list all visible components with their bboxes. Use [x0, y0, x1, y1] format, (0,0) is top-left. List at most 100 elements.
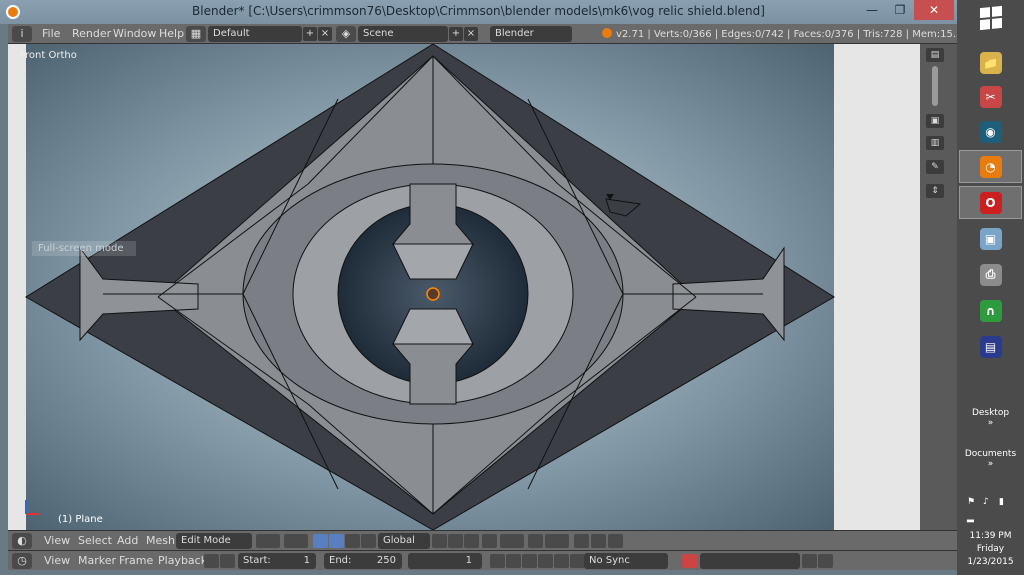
render-still-button[interactable]: [574, 534, 589, 548]
viewport-canvas[interactable]: [8, 44, 928, 530]
screen-layout-field[interactable]: Default: [208, 26, 302, 42]
play-button[interactable]: [538, 554, 553, 568]
remove-layout-button[interactable]: ×: [318, 27, 332, 41]
menu-window[interactable]: Window: [113, 27, 156, 40]
face-select-mode[interactable]: [464, 534, 479, 548]
end-value: 250: [376, 555, 396, 566]
3d-viewport[interactable]: Front Ortho Full-screen mode (1) Plane: [8, 44, 928, 530]
signal-icon[interactable]: ▂: [967, 513, 977, 523]
rotate-toggle[interactable]: [345, 534, 360, 548]
scale-toggle[interactable]: [361, 534, 376, 548]
preview-range-toggle[interactable]: [204, 554, 219, 568]
selected-vertex-origin[interactable]: [426, 287, 440, 301]
jump-end-button[interactable]: [570, 554, 585, 568]
delete-keyframe-button[interactable]: [818, 554, 833, 568]
mode-select[interactable]: Edit Mode: [176, 533, 252, 549]
proportional-edit-select[interactable]: [500, 534, 524, 548]
object-icon[interactable]: ▥: [926, 136, 944, 150]
volume-icon[interactable]: ♪: [983, 497, 993, 507]
render-animation-button[interactable]: [591, 534, 606, 548]
next-keyframe-button[interactable]: [554, 554, 569, 568]
pivot-select[interactable]: [284, 534, 308, 548]
menu-add[interactable]: Add: [117, 534, 138, 547]
windows-logo-icon: [979, 5, 1002, 31]
system-clock[interactable]: 11:39 PM Friday 1/23/2015: [957, 530, 1024, 569]
taskbar-app-button[interactable]: O: [959, 186, 1022, 219]
maximize-button[interactable]: ❐: [886, 0, 914, 20]
taskbar-app-button[interactable]: ▤: [959, 330, 1022, 363]
taskbar-app-button[interactable]: ✂: [959, 80, 1022, 113]
menu-select[interactable]: Select: [78, 534, 112, 547]
snap-toggle[interactable]: [528, 534, 543, 548]
menu-file[interactable]: File: [42, 27, 60, 40]
documents-toolbar[interactable]: Documents»: [957, 449, 1024, 469]
lock-range-toggle[interactable]: [220, 554, 235, 568]
translate-toggle[interactable]: [329, 534, 344, 548]
add-layout-button[interactable]: +: [303, 27, 317, 41]
minimize-button[interactable]: —: [858, 0, 886, 20]
manipulator-toggle[interactable]: [313, 534, 328, 548]
vertex-select-mode[interactable]: [432, 534, 447, 548]
panel-scrollbar[interactable]: [932, 66, 938, 106]
title-bar[interactable]: Blender* [C:\Users\crimmson76\Desktop\Cr…: [0, 0, 957, 24]
keying-set-field[interactable]: [700, 553, 800, 569]
prev-keyframe-button[interactable]: [506, 554, 521, 568]
window-title: Blender* [C:\Users\crimmson76\Desktop\Cr…: [192, 4, 765, 18]
clock-day: Friday: [976, 544, 1005, 554]
end-label: End:: [329, 555, 352, 566]
tools-icon[interactable]: ✎: [926, 160, 944, 174]
scene-field[interactable]: Scene: [358, 26, 448, 42]
menu-playback[interactable]: Playback: [158, 554, 207, 567]
desktop-toolbar[interactable]: Desktop»: [957, 408, 1024, 428]
play-reverse-button[interactable]: [522, 554, 537, 568]
menu-frame[interactable]: Frame: [119, 554, 153, 567]
taskbar-app-button[interactable]: ▣: [959, 222, 1022, 255]
menu-help[interactable]: Help: [159, 27, 184, 40]
taskbar-app-button[interactable]: ◔: [959, 150, 1022, 183]
editor-type-icon[interactable]: i: [12, 26, 32, 42]
stats-text: v2.71 | Verts:0/366 | Edges:0/742 | Face…: [616, 29, 1015, 40]
snap-element-select[interactable]: [545, 534, 569, 548]
remove-scene-button[interactable]: ×: [464, 27, 478, 41]
taskbar-app-button[interactable]: ∩: [959, 294, 1022, 327]
taskbar-app-button[interactable]: ◉: [959, 115, 1022, 148]
menu-render[interactable]: Render: [72, 27, 111, 40]
media-icon: ◉: [979, 120, 1002, 143]
start-button[interactable]: [957, 0, 1024, 36]
render-icon[interactable]: ▣: [926, 114, 944, 128]
green-app-icon: ∩: [979, 299, 1002, 322]
auto-keyframe-toggle[interactable]: [682, 554, 697, 568]
orientation-select[interactable]: Global: [378, 533, 430, 549]
menu-mesh[interactable]: Mesh: [146, 534, 175, 547]
properties-icon[interactable]: ▤: [926, 48, 944, 62]
menu-view[interactable]: View: [44, 534, 70, 547]
active-object-label: (1) Plane: [58, 514, 103, 525]
flag-icon[interactable]: ⚑: [967, 497, 977, 507]
jump-start-button[interactable]: [490, 554, 505, 568]
menu-timeline-view[interactable]: View: [44, 554, 70, 567]
insert-keyframe-button[interactable]: [802, 554, 817, 568]
taskbar-app-button[interactable]: ⎙: [959, 258, 1022, 291]
end-frame-field[interactable]: End: 250: [324, 553, 402, 569]
network-icon[interactable]: ▮: [999, 497, 1009, 507]
camera-app-icon: ▤: [979, 335, 1002, 358]
scene-icon[interactable]: ◈: [336, 26, 356, 42]
occlude-geometry-toggle[interactable]: [482, 534, 497, 548]
view3d-editor-icon[interactable]: ◐: [12, 533, 32, 549]
current-frame-field[interactable]: 1: [408, 553, 482, 569]
view-label: Front Ortho: [20, 50, 77, 61]
taskbar-app-button[interactable]: 📁: [959, 46, 1022, 79]
menu-marker[interactable]: Marker: [78, 554, 116, 567]
sync-mode-select[interactable]: No Sync: [584, 553, 668, 569]
edge-select-mode[interactable]: [448, 534, 463, 548]
render-engine-select[interactable]: Blender Render: [490, 26, 572, 55]
close-button[interactable]: ✕: [914, 0, 954, 20]
opengl-render-button[interactable]: [608, 534, 623, 548]
paint-icon: ✂: [979, 85, 1002, 108]
shading-select[interactable]: [256, 534, 280, 548]
timeline-editor-icon[interactable]: ◷: [12, 553, 32, 569]
add-scene-button[interactable]: +: [449, 27, 463, 41]
screen-layout-icon[interactable]: ▦: [186, 26, 206, 42]
start-frame-field[interactable]: Start: 1: [238, 553, 316, 569]
expand-icon[interactable]: ⇕: [926, 184, 944, 198]
